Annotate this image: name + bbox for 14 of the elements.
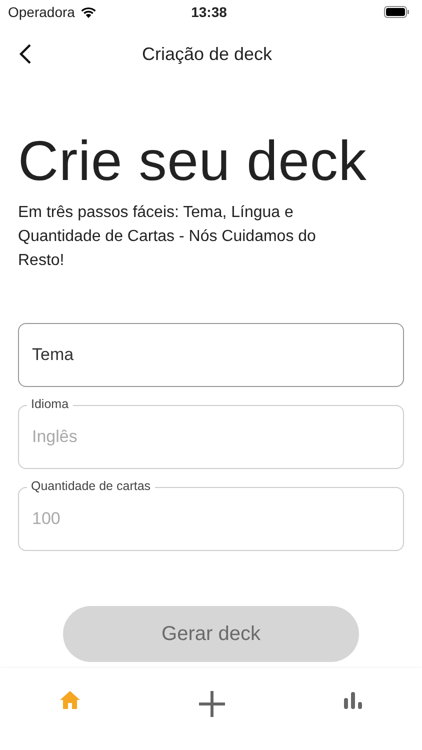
wifi-icon — [80, 6, 97, 18]
bar-chart-icon — [343, 690, 364, 710]
subtitle-text: Em três passos fáceis: Tema, Língua e Quantidade de Cartas - Nós Cuidamos do Resto! — [18, 203, 317, 271]
add-icon — [198, 690, 226, 718]
field-label: Quantidade de cartas — [27, 479, 155, 493]
back-icon — [18, 43, 32, 65]
page-heading: Crie seu deck — [18, 128, 368, 193]
home-icon — [58, 690, 81, 710]
field-label: Idioma — [27, 397, 73, 411]
status-time: 13:38 — [191, 4, 227, 20]
nav-title: Criação de deck — [140, 44, 274, 64]
carrier-name: Operadora — [8, 4, 75, 20]
battery-icon — [384, 6, 410, 18]
input-field[interactable]: Tema — [18, 323, 404, 387]
